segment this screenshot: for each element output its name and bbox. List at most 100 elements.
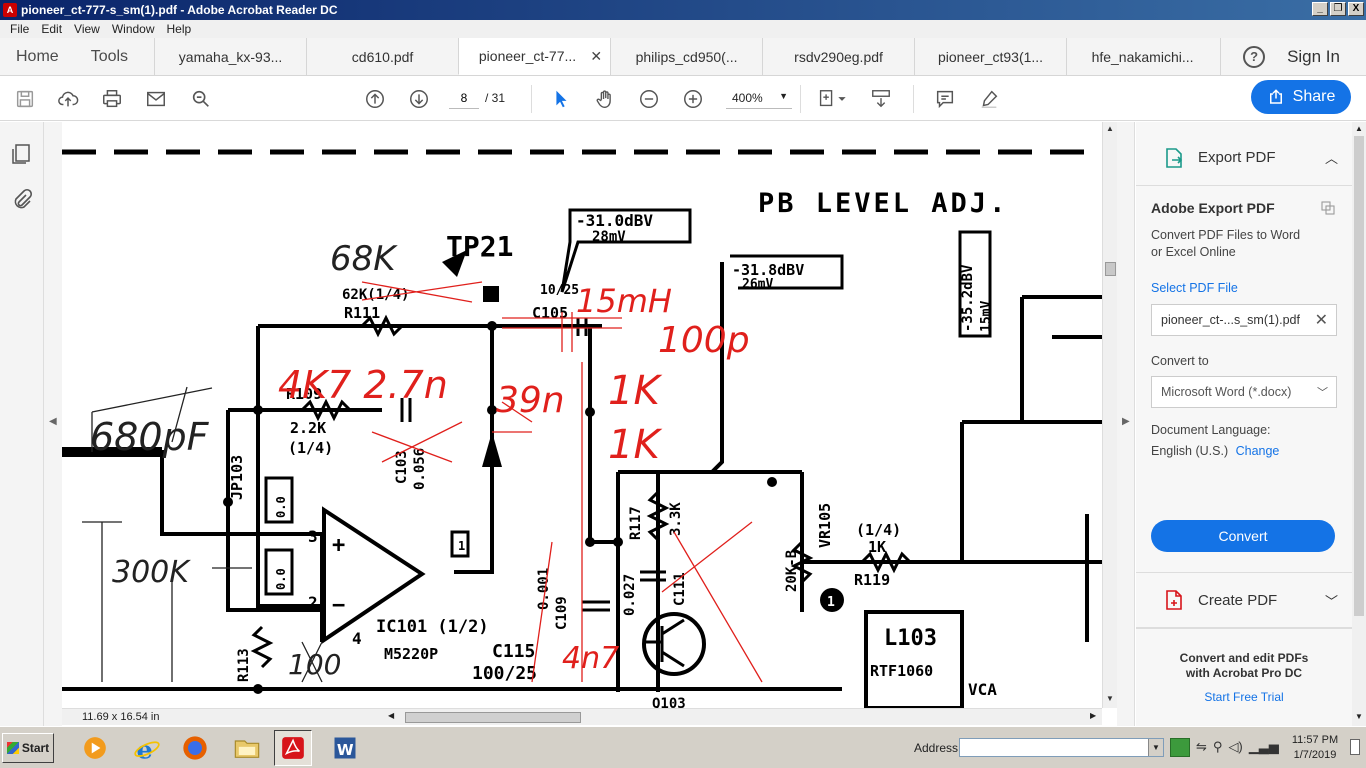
- opamp-minus: −: [332, 593, 345, 618]
- page-dimensions: 11.69 x 16.54 in: [82, 711, 160, 723]
- volume-icon[interactable]: ◁): [1228, 739, 1242, 755]
- highlight-pen-icon[interactable]: [976, 86, 1002, 112]
- network-icon[interactable]: ⇋: [1196, 739, 1207, 755]
- acrobat-reader-taskbar-button[interactable]: [274, 730, 312, 766]
- convert-to-label: Convert to: [1151, 354, 1209, 368]
- document-horizontal-scrollbar[interactable]: 11.69 x 16.54 in ◀ ▶: [62, 708, 1102, 725]
- media-player-icon[interactable]: [76, 730, 114, 766]
- convert-format-select[interactable]: Microsoft Word (*.docx) ﹀: [1151, 376, 1337, 408]
- attachment-icon[interactable]: [10, 188, 34, 212]
- word-icon[interactable]: W: [326, 730, 364, 766]
- search-icon[interactable]: [188, 86, 214, 112]
- document-viewport[interactable]: + − 1 PB LEVEL ADJ. TP21 -31.0dBV 28mV -…: [62, 122, 1102, 708]
- menu-view[interactable]: View: [68, 22, 106, 36]
- convert-button[interactable]: Convert: [1151, 520, 1335, 552]
- restore-button[interactable]: ❐: [1330, 2, 1346, 16]
- label-circle-1: 1: [827, 595, 835, 610]
- scroll-down-icon[interactable]: ▼: [1106, 694, 1114, 703]
- q103-label: Q103: [652, 696, 686, 708]
- scroll-mode-icon[interactable]: [868, 86, 894, 112]
- menu-help[interactable]: Help: [161, 22, 198, 36]
- doc-tab-pioneer-ct777[interactable]: pioneer_ct-77... ✕: [458, 38, 611, 75]
- close-button[interactable]: X: [1348, 2, 1364, 16]
- left-pane-toggle[interactable]: ◀: [44, 122, 62, 726]
- right-pane-scroll-thumb[interactable]: [1354, 136, 1364, 616]
- scroll-down-icon[interactable]: ▼: [1355, 712, 1363, 721]
- right-pane-toggle[interactable]: ▶: [1117, 122, 1135, 726]
- doc-tab-nakamichi[interactable]: hfe_nakamichi...: [1066, 38, 1218, 75]
- menu-edit[interactable]: Edit: [35, 22, 68, 36]
- sign-in-link[interactable]: Sign In: [1287, 47, 1340, 67]
- system-clock[interactable]: 11:57 PM 1/7/2019: [1286, 733, 1344, 763]
- file-explorer-icon[interactable]: [228, 730, 266, 766]
- doc-tab-yamaha[interactable]: yamaha_kx-93...: [154, 38, 306, 75]
- doc-tab-rsdv290eg[interactable]: rsdv290eg.pdf: [762, 38, 914, 75]
- level-db1: -31.0dBV: [576, 211, 653, 230]
- r119-watt: (1/4): [856, 521, 901, 539]
- signal-icon[interactable]: ▁▃▅: [1249, 739, 1279, 755]
- tools-tab[interactable]: Tools: [75, 38, 154, 75]
- minimize-button[interactable]: _: [1312, 2, 1328, 16]
- chevron-down-icon[interactable]: ▼: [1148, 739, 1163, 756]
- doc-tab-label: pioneer_ct-77...: [478, 48, 577, 64]
- scroll-right-icon[interactable]: ▶: [1090, 711, 1096, 720]
- doc-tab-pioneer-ct93[interactable]: pioneer_ct93(1...: [914, 38, 1066, 75]
- horizontal-scroll-thumb[interactable]: [405, 712, 581, 723]
- next-page-icon[interactable]: [406, 86, 432, 112]
- zoom-level-select[interactable]: 400% ▼: [726, 87, 792, 109]
- scroll-up-icon[interactable]: ▲: [1106, 124, 1114, 133]
- account-switch-icon[interactable]: [1320, 200, 1336, 216]
- page-number-input[interactable]: [449, 87, 479, 109]
- previous-page-icon[interactable]: [362, 86, 388, 112]
- chevron-up-icon: ︿: [1324, 151, 1338, 166]
- export-description-1: Convert PDF Files to Word: [1151, 228, 1301, 242]
- right-pane-scrollbar[interactable]: ▲ ▼: [1352, 122, 1366, 726]
- export-pdf-header[interactable]: Export PDF ︿: [1136, 130, 1352, 186]
- create-pdf-header[interactable]: Create PDF ﹀: [1136, 572, 1352, 628]
- upload-cloud-icon[interactable]: [55, 86, 81, 112]
- select-pdf-file-link[interactable]: Select PDF File: [1151, 281, 1238, 295]
- document-language-value: English (U.S.): [1151, 444, 1229, 458]
- selected-file-field[interactable]: pioneer_ct-...s_sm(1).pdf ✕: [1151, 304, 1337, 336]
- doc-tab-cd610[interactable]: cd610.pdf: [306, 38, 458, 75]
- document-vertical-scrollbar[interactable]: ▲ ▼: [1102, 122, 1117, 708]
- save-icon[interactable]: [12, 86, 38, 112]
- change-language-link[interactable]: Change: [1236, 444, 1280, 458]
- doc-tab-label: cd610.pdf: [351, 48, 414, 65]
- select-cursor-icon[interactable]: [548, 86, 574, 112]
- internet-explorer-icon[interactable]: e: [128, 730, 166, 766]
- zoom-out-icon[interactable]: [636, 86, 662, 112]
- print-icon[interactable]: [99, 86, 125, 112]
- home-tab[interactable]: Home: [0, 38, 75, 75]
- page-fit-chevron-icon[interactable]: [836, 86, 848, 112]
- menu-file[interactable]: File: [4, 22, 35, 36]
- start-button[interactable]: Start: [2, 733, 54, 763]
- hand-tool-icon[interactable]: [592, 86, 618, 112]
- show-desktop-icon[interactable]: [1350, 739, 1360, 755]
- tp21-label: TP21: [446, 230, 513, 263]
- scroll-left-icon[interactable]: ◀: [388, 711, 394, 720]
- address-input[interactable]: ▼: [959, 738, 1164, 757]
- safely-remove-icon[interactable]: ⚲: [1213, 739, 1223, 755]
- close-tab-icon[interactable]: ✕: [590, 48, 602, 65]
- chevron-right-icon: ▶: [1122, 416, 1130, 427]
- level-db3: -35.2dBV: [960, 264, 976, 332]
- page-thumbnails-icon[interactable]: [10, 142, 34, 166]
- firefox-icon[interactable]: [176, 730, 214, 766]
- left-navigation-rail: [0, 122, 44, 726]
- doc-tab-label: rsdv290eg.pdf: [794, 48, 883, 65]
- start-free-trial-link[interactable]: Start Free Trial: [1136, 690, 1352, 704]
- help-icon[interactable]: ?: [1243, 45, 1266, 68]
- acrobat-pro-promo: Convert and edit PDFs with Acrobat Pro D…: [1136, 628, 1352, 726]
- zoom-in-icon[interactable]: [680, 86, 706, 112]
- doc-tab-philips[interactable]: philips_cd950(...: [610, 38, 762, 75]
- ic101-label: IC101 (1/2): [376, 617, 489, 637]
- email-icon[interactable]: [143, 86, 169, 112]
- menu-window[interactable]: Window: [106, 22, 161, 36]
- vertical-scroll-thumb[interactable]: [1105, 262, 1116, 276]
- clear-file-icon[interactable]: ✕: [1315, 310, 1328, 330]
- go-icon[interactable]: [1170, 738, 1190, 757]
- share-button[interactable]: Share: [1251, 80, 1351, 114]
- scroll-up-icon[interactable]: ▲: [1355, 124, 1363, 133]
- comment-icon[interactable]: [932, 86, 958, 112]
